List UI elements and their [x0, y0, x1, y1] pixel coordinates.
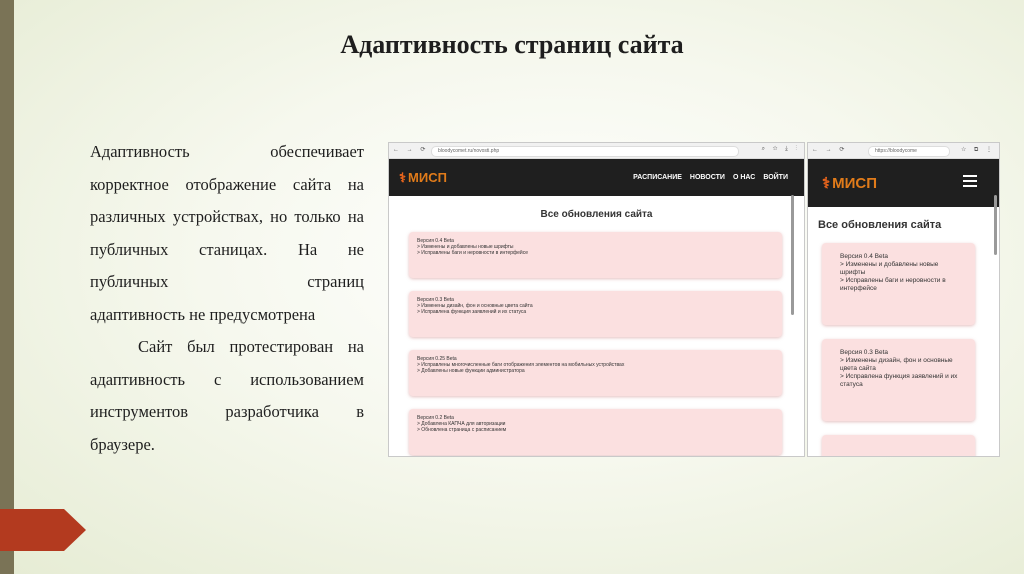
browser-tool-icons: ☆ ⧉ ⋮ — [961, 147, 995, 153]
menu-item-schedule: РАСПИСАНИЕ — [633, 174, 682, 181]
update-card: Версия 0.3 Beta > Изменены дизайн, фон и… — [822, 339, 975, 421]
menu-item-news: НОВОСТИ — [689, 174, 725, 181]
card-line: > Добавлены новые функции администратора — [417, 368, 525, 374]
site-header: ⚕ МИСП РАСПИСАНИЕ НОВОСТИ О НАС ВОЙТИ — [389, 159, 804, 196]
update-card: Версия 0.2 Beta > Добавлена КАПЧА для ав… — [409, 409, 782, 455]
update-card — [822, 435, 975, 456]
paragraph-2-end: браузере. — [90, 434, 155, 454]
caduceus-icon: ⚕ — [822, 175, 831, 192]
paragraph-1-end: адаптивность не предусмотрена — [90, 304, 316, 324]
page-heading: Все обновления сайта — [540, 209, 653, 220]
card-line: > Изменены дизайн, фон и основные цвета … — [840, 357, 953, 372]
arrow-decoration — [0, 509, 86, 551]
card-line: > Обновлена страница с расписанием — [417, 427, 507, 433]
card-line: > Исправлена функция заявлений и их стат… — [417, 309, 527, 315]
card-line: > Исправлена функция заявлений и их стат… — [840, 373, 958, 388]
browser-nav-icons: ← → ⟳ — [393, 147, 429, 153]
update-card: Версия 0.3 Beta > Изменены дизайн, фон и… — [409, 291, 782, 337]
paragraph-1: Адаптивность обеспечивает корректное ото… — [90, 142, 364, 291]
card-title: Версия 0.3 Beta — [840, 349, 888, 356]
site-logo: ⚕ МИСП — [399, 170, 447, 186]
mobile-screenshot: ← → ⟳ https://bloodycome ☆ ⧉ ⋮ ⚕ МИСП Вс… — [807, 142, 1000, 457]
update-card: Версия 0.25 Beta > Исправлены многочисле… — [409, 350, 782, 396]
body-text: Адаптивность обеспечивает корректное ото… — [90, 136, 364, 461]
browser-toolbar: ← → ⟳ https://bloodycome ☆ ⧉ ⋮ — [808, 143, 999, 159]
caduceus-icon: ⚕ — [399, 169, 407, 185]
scrollbar — [994, 195, 997, 255]
left-accent-bar — [0, 0, 14, 574]
update-card: Версия 0.4 Beta > Изменены и добавлены н… — [409, 232, 782, 278]
site-menu: РАСПИСАНИЕ НОВОСТИ О НАС ВОЙТИ — [633, 174, 788, 181]
desktop-screenshot: ← → ⟳ bloodycomet.ru/novosti.php ⌕ ☆ ⤓ ⋮… — [388, 142, 805, 457]
slide-title: Адаптивность страниц сайта — [340, 30, 684, 59]
hamburger-menu-icon — [963, 175, 977, 190]
update-card: Версия 0.4 Beta > Изменены и добавлены н… — [822, 243, 975, 325]
card-line: > Исправлены баги и неровности в интерфе… — [417, 250, 529, 256]
paragraph-2: Сайт был протестирован на адаптивность с… — [90, 337, 364, 421]
card-line: > Исправлены баги и неровности в интерфе… — [840, 277, 946, 292]
card-line: > Изменены и добавлены новые шрифты — [840, 261, 939, 276]
menu-item-about: О НАС — [732, 174, 756, 181]
site-header: ⚕ МИСП — [808, 159, 999, 207]
scrollbar — [791, 195, 794, 315]
logo-text: МИСП — [832, 174, 878, 192]
browser-nav-icons: ← → ⟳ — [812, 147, 848, 153]
address-bar: bloodycomet.ru/novosti.php — [431, 146, 739, 157]
address-bar: https://bloodycome — [868, 146, 950, 157]
browser-toolbar: ← → ⟳ bloodycomet.ru/novosti.php ⌕ ☆ ⤓ ⋮ — [389, 143, 804, 159]
menu-item-login: ВОЙТИ — [763, 174, 788, 181]
browser-tool-icons: ⌕ ☆ ⤓ ⋮ — [761, 146, 800, 152]
logo-text: МИСП — [408, 170, 447, 185]
site-logo: ⚕ МИСП — [822, 174, 878, 193]
card-title: Версия 0.4 Beta — [840, 253, 888, 260]
page-heading: Все обновления сайта — [818, 219, 942, 231]
